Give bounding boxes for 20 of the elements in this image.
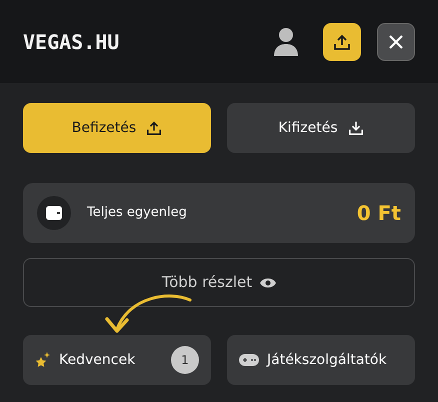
withdraw-button[interactable]: Kifizetés: [227, 103, 415, 153]
providers-button[interactable]: Játékszolgáltatók: [227, 335, 415, 385]
upload-icon: [333, 32, 351, 50]
wallet-icon: [37, 196, 71, 230]
user-icon[interactable]: [273, 26, 299, 56]
eye-icon: [260, 276, 276, 288]
download-icon: [348, 120, 364, 136]
stars-icon: [35, 352, 51, 368]
more-details-button[interactable]: Több részlet: [23, 258, 415, 307]
close-icon: [388, 34, 404, 50]
balance-amount: 0 Ft: [356, 200, 401, 227]
balance-label: Teljes egyenleg: [87, 204, 187, 222]
logo[interactable]: VEGAS.HU: [23, 26, 120, 56]
deposit-button[interactable]: Befizetés: [23, 103, 211, 153]
count-badge: 1: [171, 346, 199, 374]
gamepad-icon: [239, 354, 259, 366]
upload-icon: [146, 120, 162, 136]
close-button[interactable]: [377, 22, 415, 60]
deposit-button[interactable]: [323, 22, 361, 60]
favorites-button[interactable]: Kedvencek 1: [23, 335, 211, 385]
